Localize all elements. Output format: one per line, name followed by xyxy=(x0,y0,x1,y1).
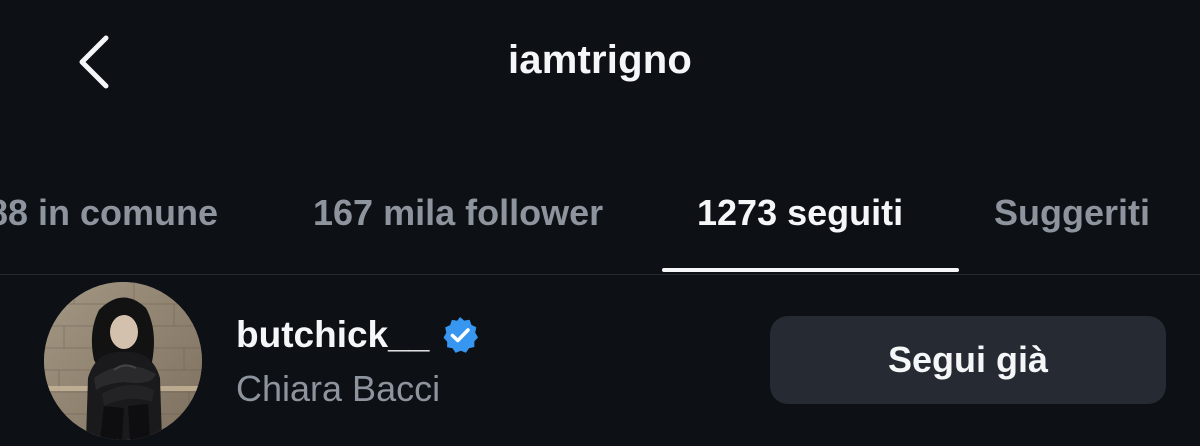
full-name: Chiara Bacci xyxy=(236,368,441,409)
avatar[interactable] xyxy=(44,282,202,440)
following-button[interactable]: Segui già xyxy=(770,316,1166,404)
active-tab-indicator xyxy=(662,268,959,272)
tab-bar: 88 in comune 167 mila follower 1273 segu… xyxy=(0,180,1200,275)
username-link[interactable]: butchick__ xyxy=(236,314,479,356)
avatar-photo xyxy=(44,282,202,440)
tab-mutual[interactable]: 88 in comune xyxy=(0,192,218,234)
page-title: iamtrigno xyxy=(507,38,693,82)
username: butchick__ xyxy=(236,314,430,355)
following-screen: iamtrigno 88 in comune 167 mila follower… xyxy=(0,0,1200,446)
list-item[interactable]: butchick__ Chiara Bacci Segui già xyxy=(0,276,1200,446)
tab-following[interactable]: 1273 seguiti xyxy=(697,192,903,234)
tab-followers[interactable]: 167 mila follower xyxy=(313,192,603,234)
tab-suggested[interactable]: Suggeriti xyxy=(994,192,1150,234)
verified-badge-icon xyxy=(441,316,479,354)
